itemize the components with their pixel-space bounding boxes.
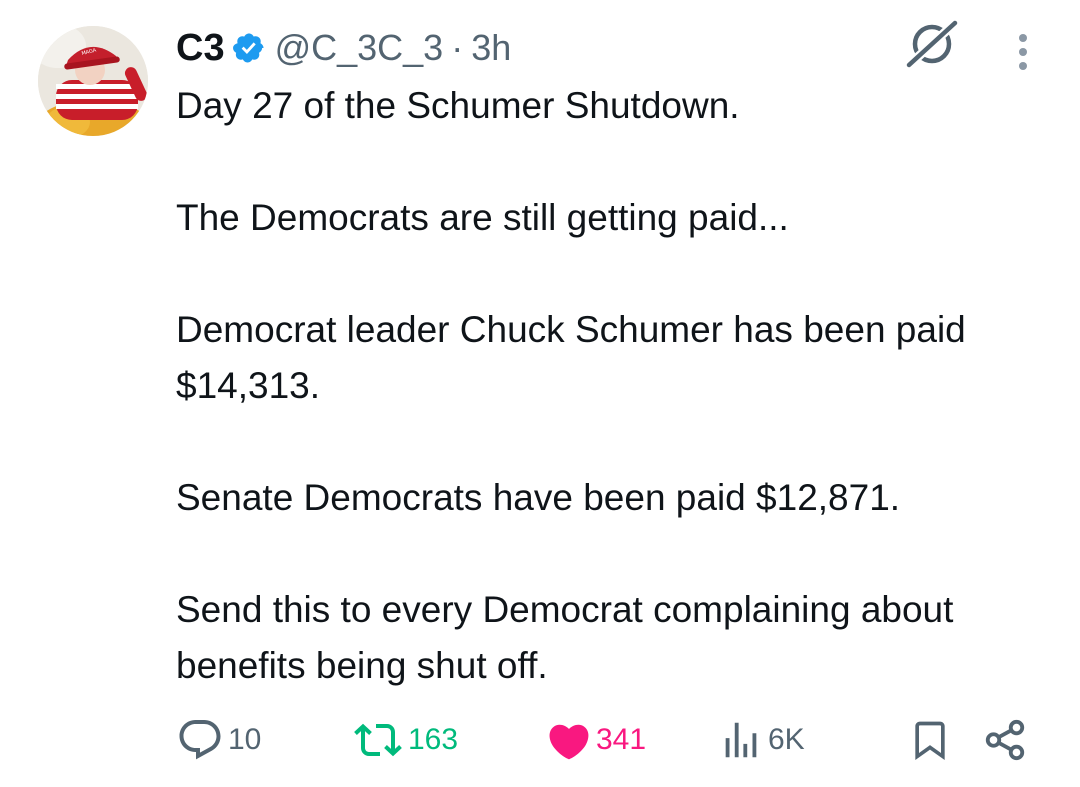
verified-badge-icon (232, 33, 264, 63)
views-button[interactable]: 6K (718, 708, 805, 772)
bookmark-icon (915, 721, 945, 761)
like-icon (549, 724, 589, 760)
like-count: 341 (596, 723, 647, 756)
view-count: 6K (768, 723, 805, 756)
separator-dot: · (451, 27, 464, 68)
repost-button[interactable]: 163 (352, 708, 458, 772)
grok-icon (904, 18, 960, 70)
reply-button[interactable]: 10 (176, 708, 261, 772)
tweet-paragraph: Democrat leader Chuck Schumer has been p… (176, 309, 966, 406)
bookmark-button[interactable] (908, 708, 952, 772)
like-button[interactable]: 341 (546, 708, 646, 772)
repost-icon (354, 723, 402, 757)
share-icon (985, 719, 1025, 761)
tweet-header: C3 @C_3C_3 · 3h (176, 22, 511, 74)
grok-button[interactable] (902, 16, 962, 72)
tweet-paragraph: The Democrats are still getting paid... (176, 197, 789, 238)
more-icon (1019, 34, 1027, 70)
author-name[interactable]: C3 (176, 27, 225, 70)
tweet-paragraph: Send this to every Democrat complaining … (176, 589, 954, 686)
tweet: MAGA C3 @C_3C_3 · 3h Day 27 of the Schum… (0, 0, 1080, 787)
reply-count: 10 (228, 723, 262, 756)
repost-count: 163 (408, 723, 459, 756)
share-button[interactable] (982, 708, 1028, 772)
tweet-paragraph: Senate Democrats have been paid $12,871. (176, 477, 901, 518)
views-icon (725, 722, 757, 758)
avatar-image: MAGA (38, 26, 148, 136)
reply-icon (179, 720, 221, 760)
action-bar: 10 163 341 6K (0, 708, 1080, 772)
tweet-text: Day 27 of the Schumer Shutdown. The Demo… (176, 78, 1036, 694)
avatar[interactable]: MAGA (38, 26, 148, 136)
timestamp[interactable]: 3h (471, 27, 511, 69)
author-handle[interactable]: @C_3C_3 (275, 27, 444, 69)
more-options-button[interactable] (1010, 30, 1036, 74)
tweet-paragraph: Day 27 of the Schumer Shutdown. (176, 85, 740, 126)
